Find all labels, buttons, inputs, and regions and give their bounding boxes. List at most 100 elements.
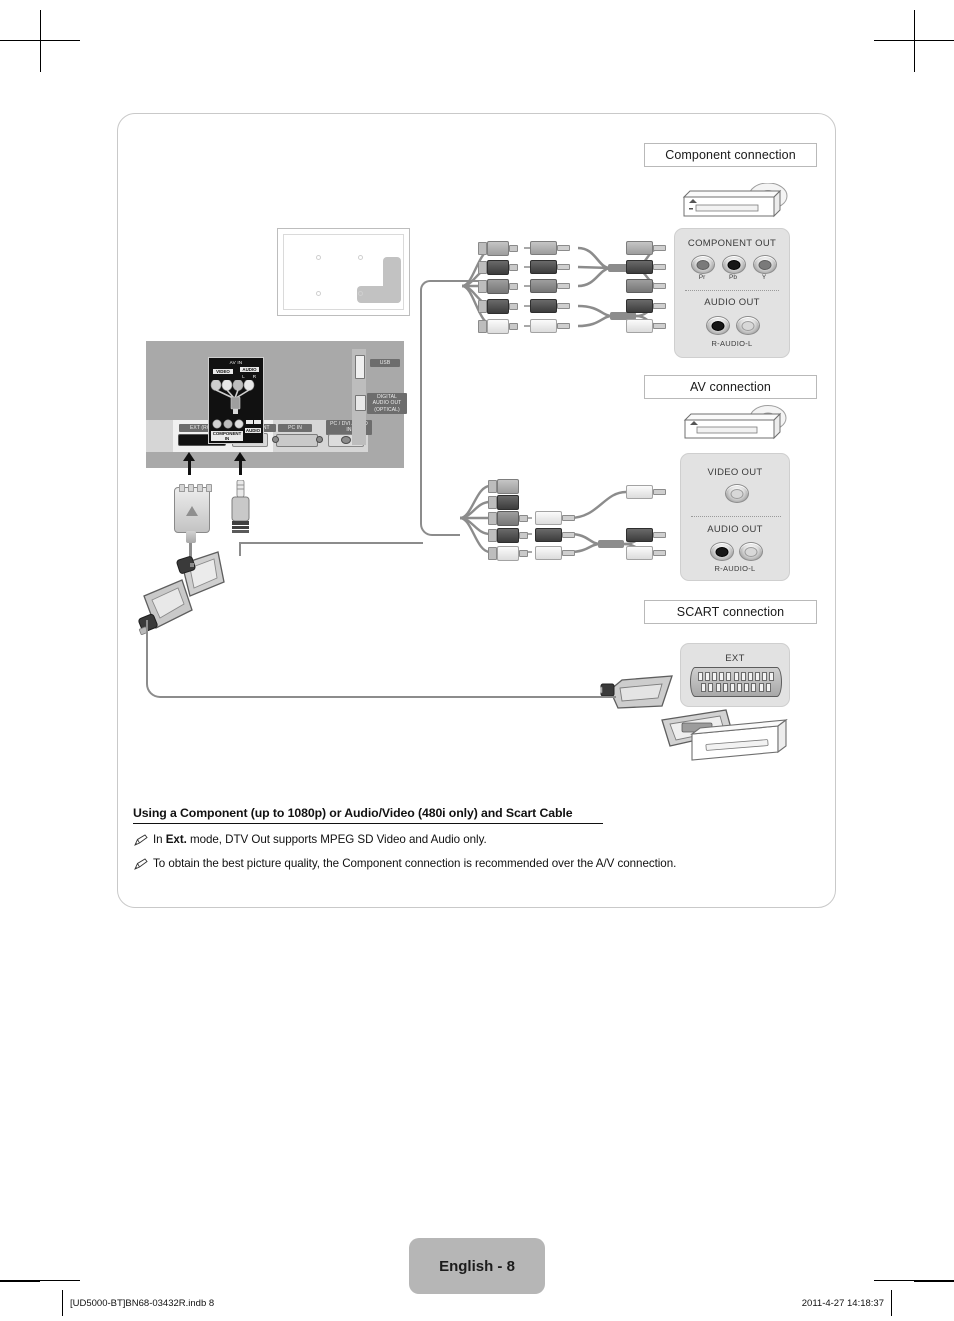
wire-minijack-route — [239, 542, 423, 544]
av-plug-left-unused-2 — [488, 495, 519, 510]
jack-y-label: Y — [761, 274, 767, 281]
jack-pb-label: Pb — [729, 274, 737, 281]
note-2: To obtain the best picture quality, the … — [153, 857, 833, 870]
adapter-fins — [179, 484, 212, 492]
note-1-prefix: In — [153, 833, 166, 846]
callout-video-label: VIDEO — [213, 369, 233, 374]
callout-title: AV IN — [229, 360, 243, 365]
jack-video-out — [725, 484, 749, 503]
scart-adapter-head — [174, 484, 212, 533]
video-out-title: VIDEO OUT — [707, 467, 763, 478]
footer-tick-right — [891, 1290, 892, 1316]
av-source-player — [680, 405, 796, 447]
callout-component-in-label: COMPONENT IN — [211, 431, 243, 441]
tv-rear-illustration — [277, 228, 410, 316]
jack-av-audio-r — [710, 542, 734, 561]
jack-audio-l — [736, 316, 760, 335]
section-label-scart-text: SCART connection — [676, 605, 785, 619]
page-number-text: English - 8 — [439, 1257, 515, 1275]
tv-rear-screw-tr — [358, 255, 363, 260]
av-conn-mid-audio-r — [535, 528, 575, 542]
wire-av-branch — [420, 508, 460, 536]
scart-plug-and-vcr — [591, 668, 790, 768]
component-plug-right-pb — [626, 260, 666, 274]
av-panel-divider — [691, 516, 781, 517]
pencil-icon-note-2 — [134, 857, 148, 870]
wire-minijack-corner — [239, 542, 259, 556]
callout-audio-label: AUDIO — [240, 367, 259, 372]
component-audio-label: R-AUDIO-L — [711, 339, 753, 348]
component-out-panel: COMPONENT OUT Pr Pb Y AUDIO OUT R-AUDIO-… — [674, 228, 790, 358]
section-label-av: AV connection — [644, 375, 817, 399]
component-plug-right-audio-l — [626, 319, 666, 333]
arrow-component-stem — [238, 461, 242, 475]
tv-rear-port-highlight-2 — [357, 286, 401, 303]
crop-mark-top-right-h — [874, 40, 954, 41]
av-out-panel: VIDEO OUT AUDIO OUT R-AUDIO-L — [680, 453, 790, 581]
tv-back-panel: EXT (RGB) COMPONENT PC IN PC / DVI AUDIO… — [146, 341, 407, 468]
av-audio-label: R-AUDIO-L — [714, 564, 756, 573]
jack-pr-label: Pr — [698, 274, 706, 281]
footer-tick-left — [62, 1290, 63, 1316]
wire-scart-route — [146, 636, 616, 698]
av-plug-left-audio-r — [488, 528, 528, 543]
callout-left-label: L — [242, 374, 245, 379]
section-label-component-text: Component connection — [665, 148, 796, 162]
crop-mark-top-right — [914, 10, 915, 72]
tv-rear-screw-bl — [316, 291, 321, 296]
component-audio-out-title: AUDIO OUT — [704, 297, 760, 308]
note-1-suffix: mode, DTV Out supports MPEG SD Video and… — [186, 833, 487, 846]
note-2-suffix: To obtain the best picture quality, the … — [153, 857, 677, 870]
crop-mark-top-left-h — [0, 40, 80, 41]
footer-timestamp: 2011-4-27 14:18:37 — [801, 1298, 884, 1309]
av-plug-left-unused-1 — [488, 479, 519, 494]
tv-port-digital-audio-out — [355, 395, 366, 411]
component-out-title: COMPONENT OUT — [687, 238, 777, 249]
footer-rule-right — [914, 1281, 954, 1282]
footer-rule-left — [0, 1281, 40, 1282]
component-minijack-plug — [226, 479, 256, 542]
component-plug-left-audio-r — [478, 299, 518, 314]
component-plug-right-pr — [626, 241, 666, 255]
jack-av-audio-l — [739, 542, 763, 561]
component-source-player — [678, 182, 796, 225]
section-label-component: Component connection — [644, 143, 817, 167]
note-1-bold: Ext. — [165, 833, 187, 846]
arrow-component — [234, 452, 246, 461]
component-plug-left-audio-l — [478, 319, 518, 334]
arrow-ext-rgb — [183, 452, 195, 461]
component-plug-left-y — [478, 279, 518, 294]
footer-file-name: [UD5000-BT]BN68-03432R.indb 8 — [70, 1298, 215, 1309]
component-conn-mid-audio-l — [530, 319, 570, 333]
tv-socket-pc-audio — [341, 436, 351, 444]
component-conn-mid-pb — [530, 260, 570, 274]
arrow-ext-rgb-stem — [187, 461, 191, 475]
component-conn-mid-y — [530, 279, 570, 293]
av-plug-right-audio-r — [626, 528, 666, 542]
wire-component-corner — [420, 280, 442, 510]
jack-pr — [691, 255, 715, 274]
section-label-scart: SCART connection — [644, 600, 817, 624]
tv-label-pc-in: PC IN — [278, 424, 312, 433]
component-plug-left-pr — [478, 241, 518, 256]
tv-port-usb — [355, 355, 365, 379]
tv-label-usb: USB — [370, 359, 400, 368]
tv-port-pc-in — [276, 434, 318, 447]
av-plug-right-video — [626, 485, 666, 499]
component-plug-right-y — [626, 279, 666, 293]
av-plug-right-audio-l — [626, 546, 666, 560]
tv-av-in-callout: AV IN VIDEO AUDIO L R COMPONENT IN AUDIO — [208, 357, 264, 444]
tv-label-digital-audio-out: DIGITAL AUDIO OUT (OPTICAL) — [367, 393, 407, 414]
callout-right-label: R — [252, 374, 257, 379]
panel-divider — [685, 290, 779, 291]
av-conn-mid-audio-l — [535, 546, 575, 560]
av-audio-out-title: AUDIO OUT — [707, 524, 763, 535]
jack-pb — [722, 255, 746, 274]
tv-rear-screw-tl — [316, 255, 321, 260]
section-label-av-text: AV connection — [690, 380, 771, 394]
component-conn-mid-pr — [530, 241, 570, 255]
figure-caption-text: Using a Component (up to 1080p) or Audio… — [133, 806, 573, 820]
tv-screw-pc-left — [272, 436, 279, 443]
component-plug-right-audio-r — [626, 299, 666, 313]
jack-y — [753, 255, 777, 274]
